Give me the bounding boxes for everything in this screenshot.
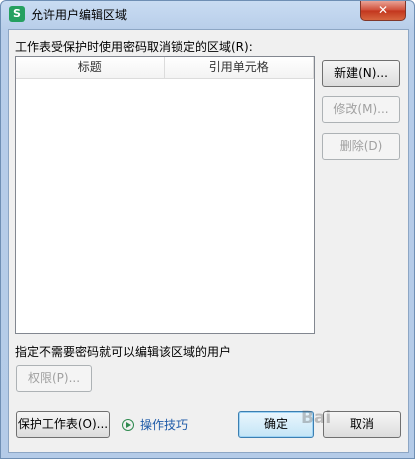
tips-link-label: 操作技巧 <box>140 418 189 432</box>
cancel-button[interactable]: 取消 <box>323 411 401 438</box>
column-header-title[interactable]: 标题 <box>16 57 165 79</box>
play-circle-icon <box>122 418 134 431</box>
new-button[interactable]: 新建(N)... <box>322 60 400 87</box>
delete-button[interactable]: 删除(D) <box>322 133 400 160</box>
protect-sheet-button[interactable]: 保护工作表(O)... <box>16 411 110 438</box>
tips-link[interactable]: 操作技巧 <box>122 416 188 433</box>
dialog-client-area: 工作表受保护时使用密码取消锁定的区域(R): 标题 引用单元格 新建(N)...… <box>8 29 409 453</box>
ranges-list[interactable]: 标题 引用单元格 <box>15 56 315 334</box>
close-button[interactable]: ✕ <box>360 1 406 21</box>
dialog-window: S 允许用户编辑区域 ✕ 工作表受保护时使用密码取消锁定的区域(R): 标题 引… <box>0 0 415 459</box>
wps-app-icon: S <box>9 6 25 22</box>
title-bar[interactable]: S 允许用户编辑区域 ✕ <box>1 1 414 27</box>
dialog-title: 允许用户编辑区域 <box>31 8 128 22</box>
permissions-button[interactable]: 权限(P)... <box>16 365 92 392</box>
modify-button[interactable]: 修改(M)... <box>322 96 400 123</box>
ranges-label: 工作表受保护时使用密码取消锁定的区域(R): <box>15 40 253 54</box>
ok-button[interactable]: 确定 <box>238 411 314 438</box>
users-label: 指定不需要密码就可以编辑该区域的用户 <box>15 345 232 359</box>
column-header-reference[interactable]: 引用单元格 <box>164 57 314 79</box>
ranges-list-header: 标题 引用单元格 <box>16 57 314 79</box>
